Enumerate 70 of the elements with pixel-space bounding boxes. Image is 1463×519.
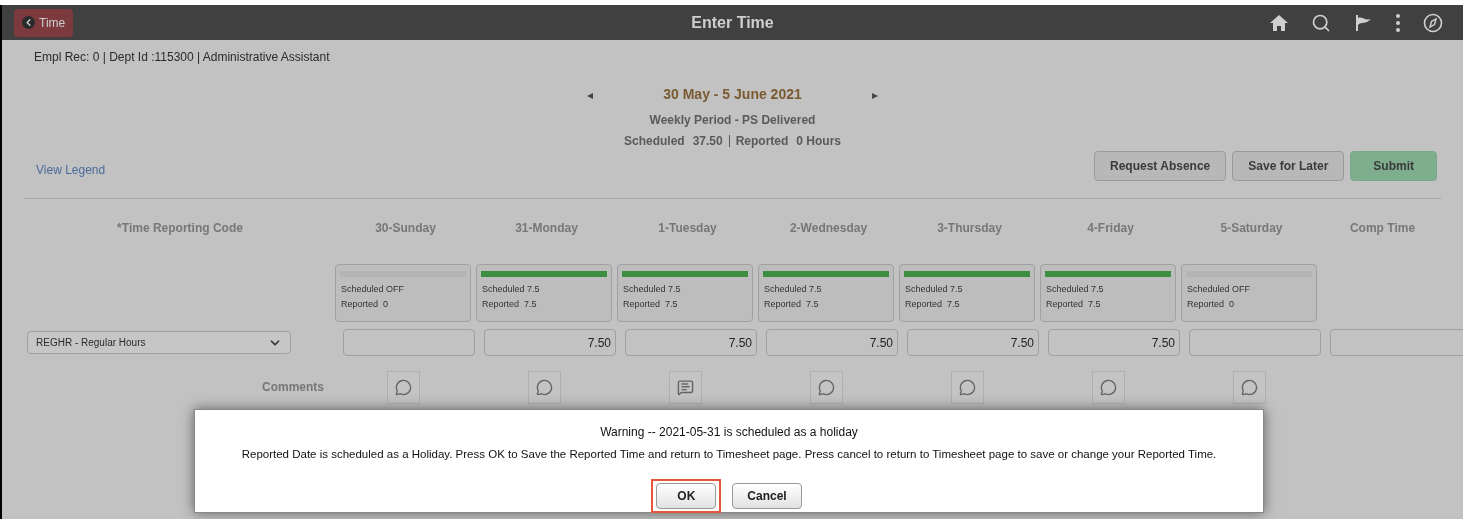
scheduled-hours: Scheduled 7.5 [623,284,681,294]
action-button[interactable]: Request Absence [1094,151,1227,181]
comment-button[interactable] [668,371,702,404]
comment-icon [958,379,976,396]
comments-label: Comments [262,379,324,396]
hours-input[interactable]: 7.50 [907,329,1039,356]
hours-input[interactable]: 7.50 [766,329,898,356]
day-heading: 3-Thursday [937,220,1002,237]
comment-button[interactable] [1232,371,1266,404]
compass-icon[interactable] [1423,12,1443,33]
comment-button[interactable] [809,371,843,404]
reported-hours: Reported 7.5 [1046,299,1101,309]
home-icon[interactable] [1269,13,1289,32]
reported-hours: Reported 7.5 [623,299,678,309]
back-icon [22,16,35,29]
scheduled-hours: Scheduled 7.5 [905,284,963,294]
comment-icon [535,379,553,396]
day-heading: 30-Sunday [375,220,436,237]
reported-hours: Reported 0 [341,299,389,309]
day-heading: 1-Tuesday [658,220,717,237]
day-heading: 31-Monday [515,220,578,237]
scheduled-hours: Scheduled 7.5 [482,284,540,294]
reported-hours: Reported 7.5 [905,299,960,309]
column-heading: *Time Reporting Code [117,220,243,237]
scheduled-hours: Scheduled 7.5 [1046,284,1104,294]
next-week-button[interactable]: ▸ [871,85,878,104]
comment-icon [817,379,835,396]
employee-info: Empl Rec: 0 | Dept Id :115300 | Administrative Assistant [34,50,330,64]
day-heading: 4-Friday [1087,220,1134,237]
page-title: Enter Time [691,12,774,33]
column-heading: Comp Time [1349,220,1416,237]
hours-input[interactable] [343,329,475,356]
scheduled-hours: Scheduled OFF [1187,284,1251,294]
comment-button[interactable] [950,371,984,404]
back-button[interactable]: Time [14,8,74,37]
period-range: 30 May - 5 June 2021 [663,85,802,104]
reported-value: 0 Hours [796,133,842,150]
reported-hours: Reported 0 [1187,299,1235,309]
comment-button[interactable] [1091,371,1125,404]
hours-input[interactable]: 7.50 [1048,329,1180,356]
hours-input[interactable]: 7.50 [484,329,616,356]
scheduled-hours: Scheduled 7.5 [764,284,822,294]
scheduled-hours: Scheduled OFF [341,284,405,294]
reported-hours: Reported 7.5 [482,299,537,309]
dialog-message: Reported Date is scheduled as a Holiday. Press OK to Save the Reported Time and return to Timesheet page. Press cancel to return to Timesheet page to save or change your Reported Time. [241,447,1217,462]
comment-filled-icon [676,379,694,396]
comment-button[interactable] [527,371,561,404]
comment-button[interactable] [386,371,420,404]
flag-icon[interactable] [1353,13,1373,32]
previous-week-button[interactable]: ◂ [587,85,594,104]
reported-label: Reported [735,133,789,150]
scheduled-label: Scheduled [623,133,685,150]
action-button[interactable]: Save for Later [1232,151,1345,181]
dialog-button[interactable]: OK [651,479,722,514]
action-button[interactable]: Submit [1350,151,1437,181]
search-icon[interactable] [1311,12,1331,33]
day-heading: 2-Wednesday [789,220,868,237]
hours-input[interactable] [1189,329,1321,356]
day-heading: 5-Saturday [1220,220,1283,237]
comment-icon [394,379,412,396]
hours-input[interactable]: 7.50 [625,329,757,356]
more-options-icon[interactable] [1395,12,1401,33]
comment-icon [1240,379,1258,396]
comp-time-input[interactable] [1330,329,1463,356]
scheduled-value: 37.50 [692,133,723,150]
time-reporting-code-select[interactable]: REGHR - Regular Hours [27,331,291,354]
reported-hours: Reported 7.5 [764,299,819,309]
dialog-title: Warning -- 2021-05-31 is scheduled as a holiday [600,424,858,441]
period-type: Weekly Period - PS Delivered [649,112,816,129]
comment-icon [1099,379,1117,396]
